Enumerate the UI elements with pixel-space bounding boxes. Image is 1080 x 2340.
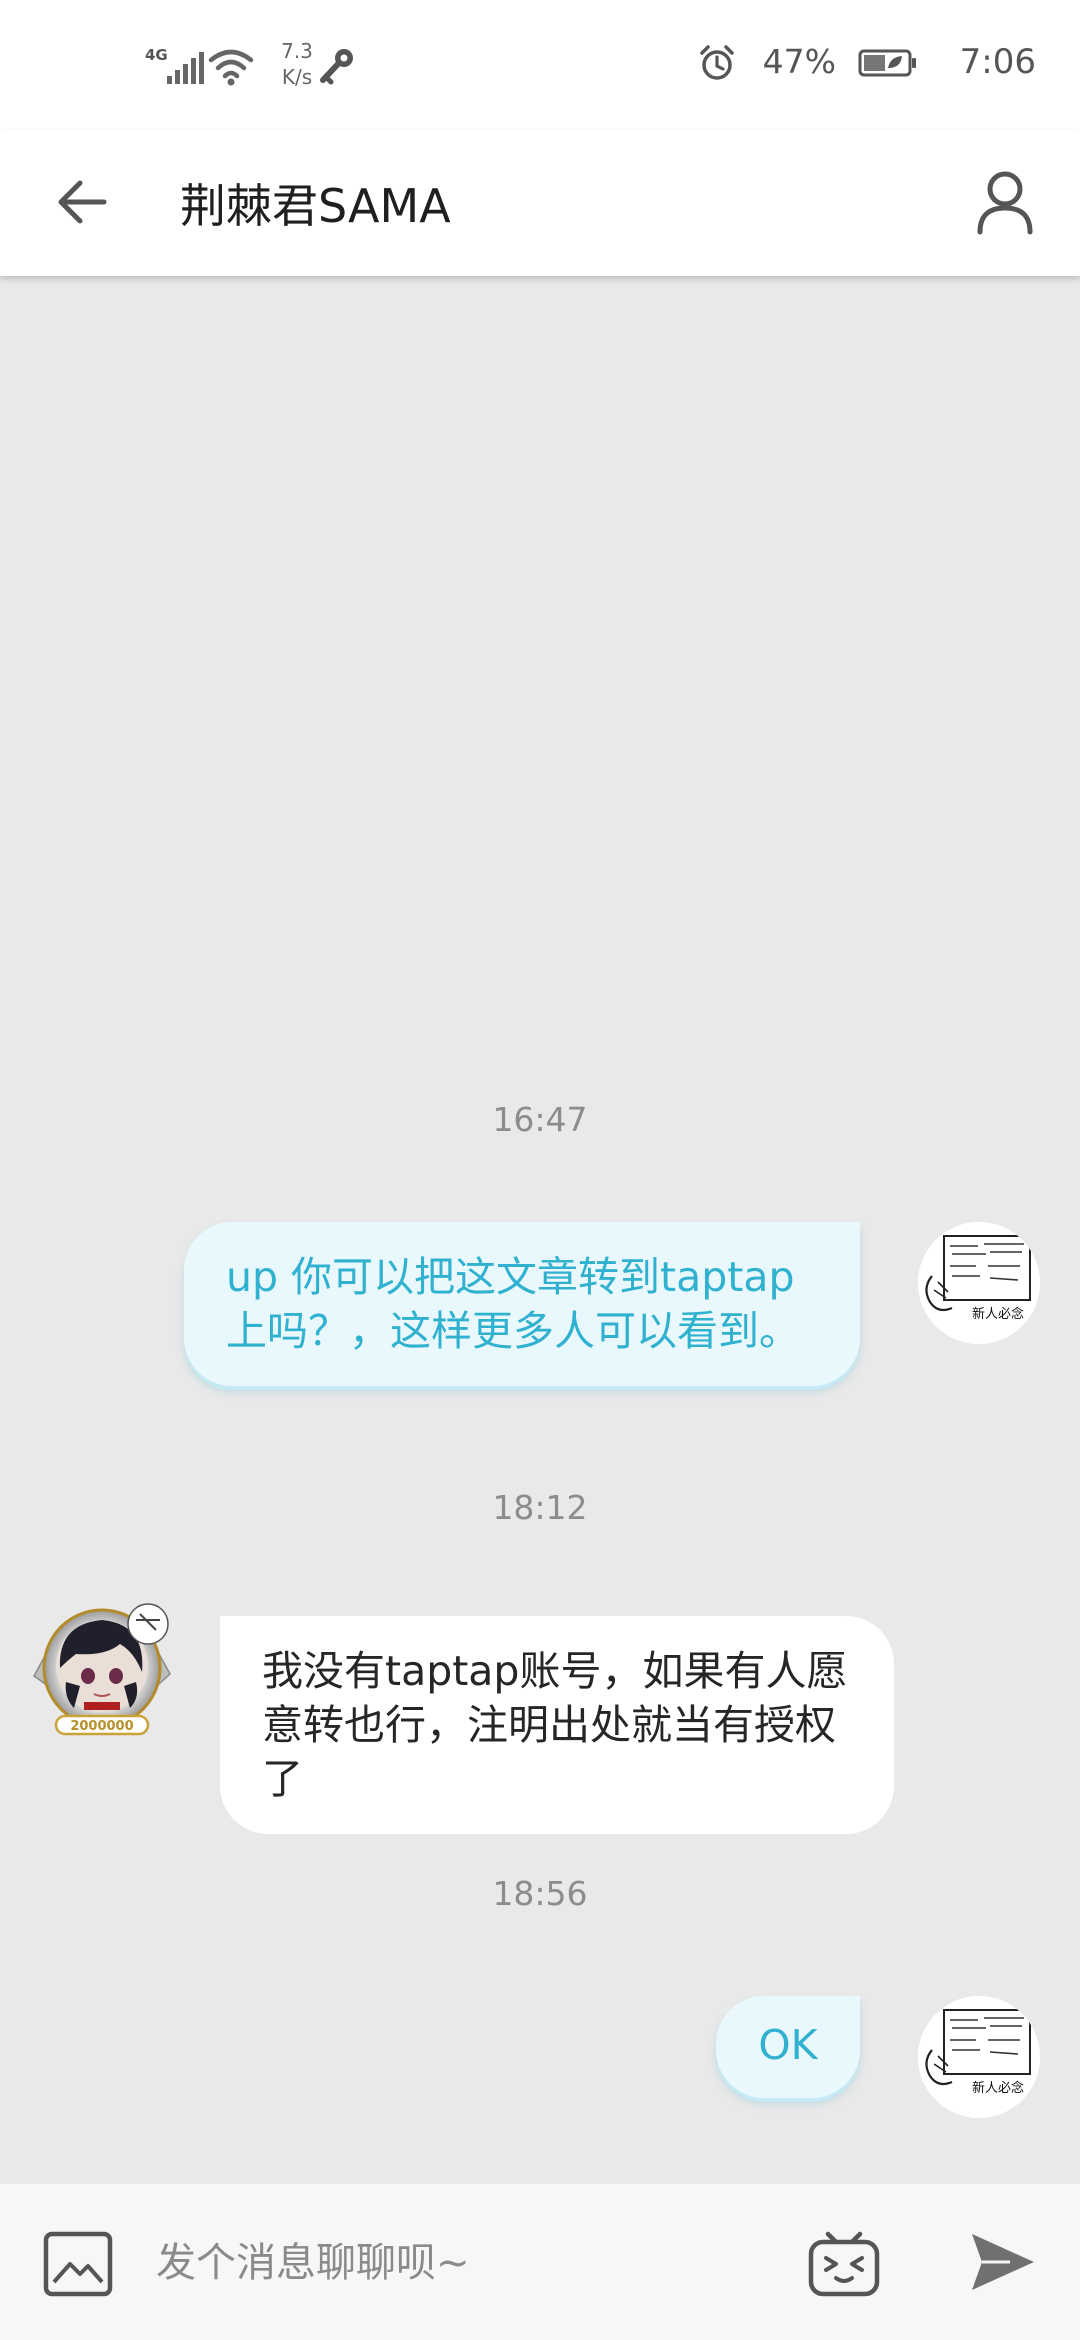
message-timestamp: 16:47 (492, 1100, 588, 1139)
user-icon (977, 171, 1033, 235)
doodle-avatar-image: 新人必念 (918, 1222, 1040, 1344)
message-input-bar (0, 2184, 1080, 2340)
page-title: 荆棘君SAMA (180, 179, 451, 233)
self-avatar[interactable]: 新人必念 (918, 1222, 1040, 1344)
outgoing-message-bubble[interactable]: OK (716, 1996, 860, 2098)
send-icon (972, 2234, 1034, 2290)
send-button[interactable] (970, 2232, 1036, 2292)
wifi-icon (208, 46, 254, 90)
back-button[interactable] (52, 170, 116, 234)
contact-avatar-badge: 2000000 (70, 1719, 133, 1734)
battery-percent: 47% (762, 42, 836, 81)
status-bar: 4G 7.3 K/s 47% 7:06 (0, 0, 1080, 130)
message-timestamp: 18:56 (492, 1874, 588, 1913)
message-timestamp: 18:12 (492, 1488, 588, 1527)
contact-avatar[interactable]: 2000000 (28, 1594, 176, 1742)
alarm-icon (698, 44, 736, 86)
self-avatar[interactable]: 新人必念 (918, 1996, 1040, 2118)
arrow-left-icon (58, 180, 107, 224)
doodle-avatar-image: 新人必念 (918, 1996, 1040, 2118)
outgoing-message-bubble[interactable]: up 你可以把这文章转到taptap上吗？，这样更多人可以看到。 (184, 1222, 860, 1386)
battery-icon (858, 48, 918, 82)
self-avatar-caption: 新人必念 (972, 1306, 1024, 1322)
key-icon (317, 46, 357, 92)
image-icon (43, 2231, 113, 2297)
message-input[interactable] (154, 2220, 778, 2306)
chat-area[interactable]: 16:47 up 你可以把这文章转到taptap上吗？，这样更多人可以看到。 新… (0, 276, 1080, 2184)
image-picker-button[interactable] (42, 2228, 114, 2300)
emoji-button[interactable] (806, 2224, 882, 2300)
anime-avatar-image: 2000000 (33, 1603, 171, 1736)
signal-icon (165, 50, 205, 90)
profile-button[interactable] (972, 166, 1038, 236)
self-avatar-caption: 新人必念 (972, 2080, 1024, 2096)
app-bar: 荆棘君SAMA (0, 130, 1080, 276)
clock: 7:06 (959, 42, 1036, 82)
bilibili-tv-emoji-icon (808, 2231, 880, 2297)
incoming-message-bubble[interactable]: 我没有taptap账号，如果有人愿意转也行，注明出处就当有授权了 (220, 1616, 894, 1834)
